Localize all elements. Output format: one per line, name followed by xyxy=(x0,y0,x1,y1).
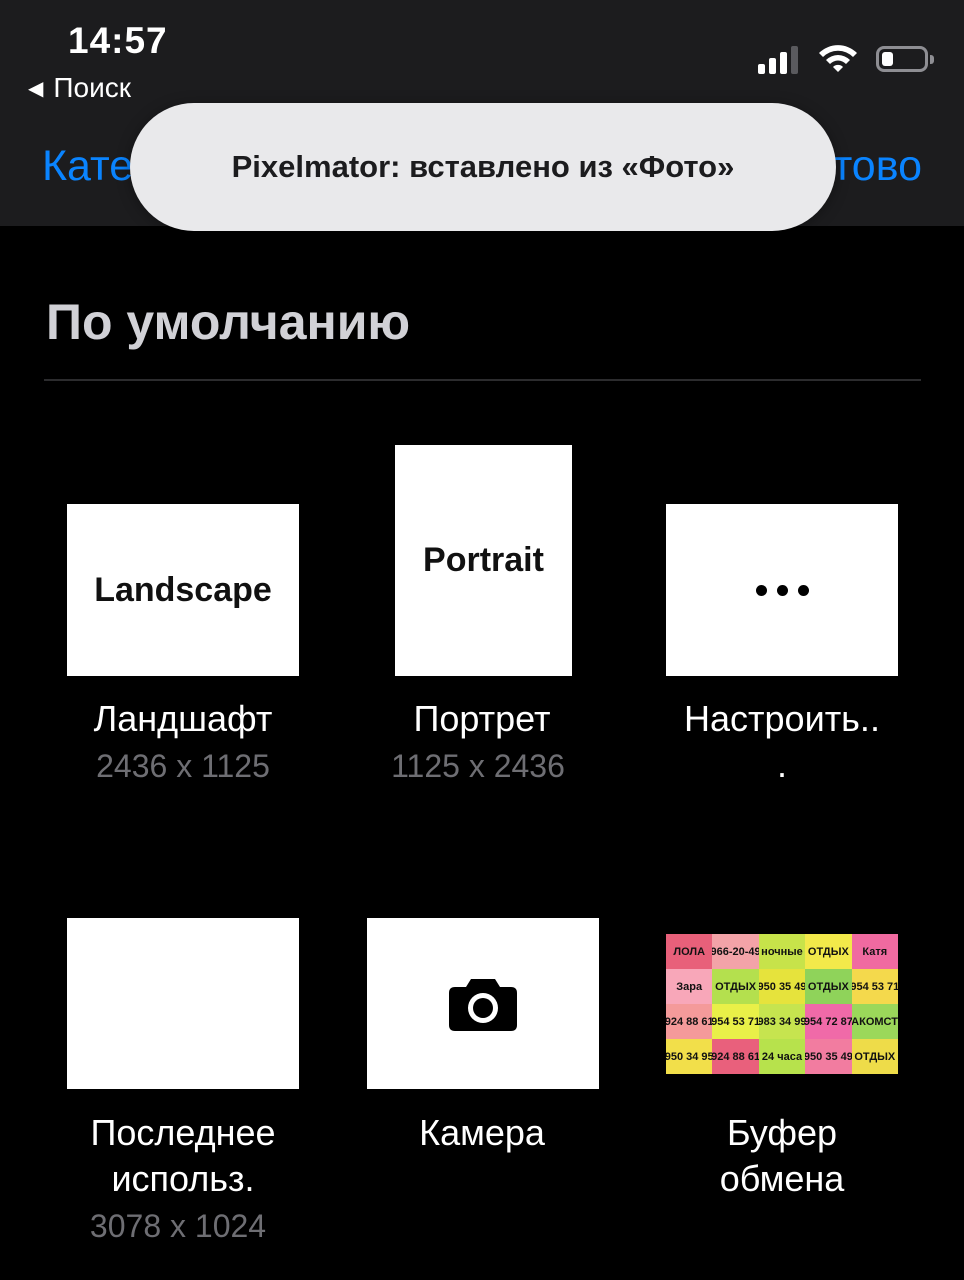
wifi-icon xyxy=(819,45,857,72)
preset-clipboard-label: Буфер обмена xyxy=(632,1110,932,1202)
clipboard-thumbnail-cell: 954 72 87 xyxy=(805,1004,852,1039)
preset-custom-label: Настроить.. . xyxy=(632,696,932,788)
preset-custom-label-line1: Настроить.. xyxy=(684,698,880,739)
back-to-app-link[interactable]: ◀ Поиск xyxy=(28,72,131,104)
preset-recent-tile[interactable] xyxy=(67,918,299,1089)
battery-icon xyxy=(876,46,934,72)
preset-camera-tile[interactable] xyxy=(367,918,599,1089)
clipboard-thumbnail-cell: Катя xyxy=(851,934,898,969)
clipboard-thumbnail-cell: 954 53 71 xyxy=(851,969,898,1004)
clipboard-thumbnail-cell: ночные xyxy=(758,934,806,969)
preset-portrait-label: Портрет xyxy=(413,698,551,739)
clipboard-thumbnail-cell: 924 88 61 xyxy=(712,1039,759,1074)
preset-recent-label-line2: использ. xyxy=(111,1158,255,1199)
preset-clipboard-label-line2: обмена xyxy=(719,1158,845,1199)
clipboard-thumbnail-cell: ОТДЫХ xyxy=(712,969,759,1004)
status-time: 14:57 xyxy=(68,20,168,61)
clipboard-thumbnail-cell: 954 53 71 xyxy=(712,1004,759,1039)
camera-icon xyxy=(449,978,517,1031)
clipboard-thumbnail-cell: ЗНАКОМСТВА xyxy=(851,1004,898,1039)
preset-camera-label: Камера xyxy=(419,1112,545,1153)
preset-portrait-size: 1125 x 2436 xyxy=(391,748,565,784)
preset-recent-label-line1: Последнее xyxy=(90,1112,276,1153)
preset-clipboard-label-line1: Буфер xyxy=(726,1112,838,1153)
cellular-signal-icon xyxy=(758,44,798,74)
clipboard-thumbnail-cell: ОТДЫХ xyxy=(851,1039,898,1074)
preset-landscape-label: Ландшафт xyxy=(93,698,273,739)
preset-portrait-tile[interactable]: Portrait xyxy=(395,445,572,676)
clipboard-thumbnail-cell: 924 88 61 xyxy=(666,1004,713,1039)
clipboard-thumbnail-cell: Зара xyxy=(666,969,713,1004)
section-title: По умолчанию xyxy=(46,294,411,350)
paste-notification-toast: Pixelmator: вставлено из «Фото» xyxy=(130,103,836,231)
clipboard-thumbnail-cell: ОТДЫХ xyxy=(805,934,852,969)
preset-custom-label-line2: . xyxy=(776,744,787,785)
preset-landscape-tile[interactable]: Landscape xyxy=(67,504,299,676)
screen: 14:57 ◀ Поиск Кате тово Pixelmator: вста… xyxy=(0,0,964,1280)
clipboard-thumbnail-cell: 950 35 49 xyxy=(805,1039,852,1074)
categories-button[interactable]: Кате xyxy=(42,142,133,191)
clipboard-thumbnail-cell: 950 35 49 xyxy=(758,969,806,1004)
landscape-tile-text: Landscape xyxy=(94,570,272,609)
done-button[interactable]: тово xyxy=(833,142,922,191)
clipboard-thumbnail-cell: 950 34 95 xyxy=(666,1039,713,1074)
preset-recent-label: Последнее использ. xyxy=(33,1110,333,1202)
more-dots-icon xyxy=(755,584,809,596)
back-arrow-icon: ◀ xyxy=(28,77,44,100)
clipboard-thumbnail-cell: 983 34 99 xyxy=(758,1004,806,1039)
section-divider xyxy=(44,379,921,381)
preset-custom-tile[interactable] xyxy=(666,504,898,676)
clipboard-thumbnail-cell: 966-20-49 xyxy=(712,934,759,969)
status-icons xyxy=(758,42,934,76)
clipboard-thumbnail[interactable]: ЛОЛА 966-20-49 ночные ОТДЫХ Катя Зара ОТДЫХ 950… xyxy=(666,934,898,1074)
clipboard-thumbnail-cell: 24 часа xyxy=(758,1039,806,1074)
clipboard-thumbnail-cell: ЛОЛА xyxy=(666,934,713,969)
preset-landscape-size: 2436 x 1125 xyxy=(96,748,270,784)
preset-recent-size: 3078 x 1024 xyxy=(89,1208,267,1244)
portrait-tile-text: Portrait xyxy=(423,541,544,579)
clipboard-thumbnail-cell: ОТДЫХ xyxy=(805,969,852,1004)
back-app-label: Поиск xyxy=(53,72,131,103)
